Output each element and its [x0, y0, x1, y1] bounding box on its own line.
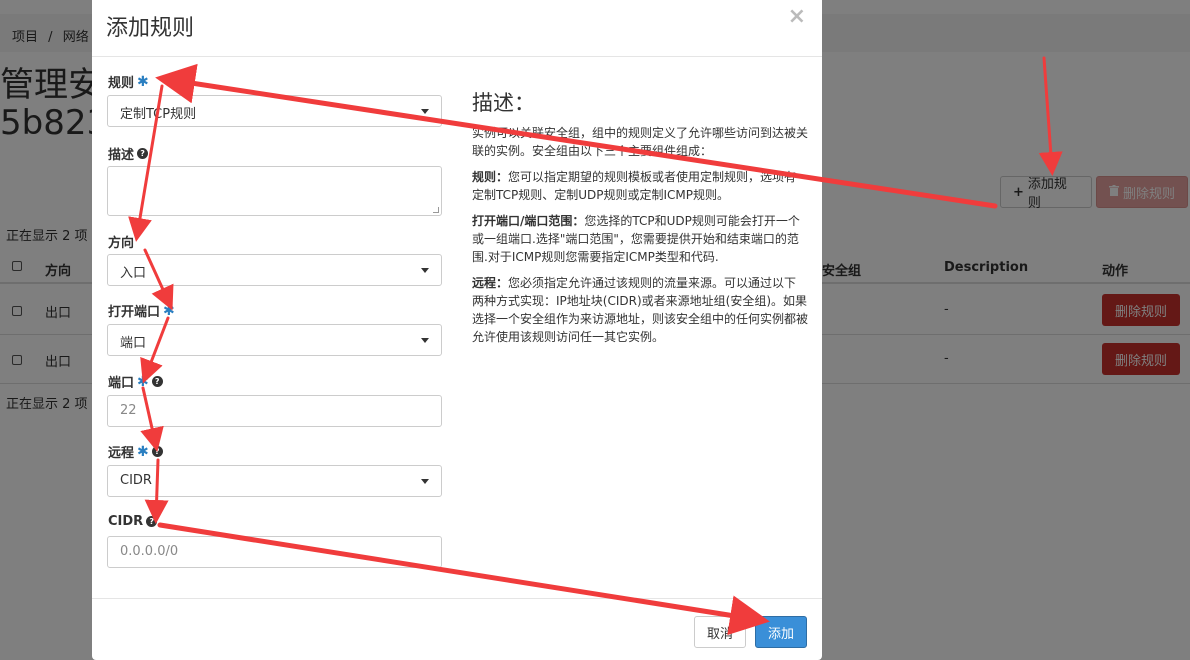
remote-label: 远程 ✱ ?: [108, 442, 163, 461]
open-port-label: 打开端口 ✱: [108, 302, 175, 321]
help-icon[interactable]: ?: [151, 376, 163, 387]
remote-select-value: CIDR: [120, 473, 152, 488]
modal-header: 添加规则 ×: [92, 0, 822, 57]
caret-down-icon: [421, 268, 429, 273]
close-icon[interactable]: ×: [788, 4, 806, 29]
direction-select[interactable]: 入口: [107, 254, 442, 286]
cancel-button[interactable]: 取消: [694, 616, 746, 648]
add-rule-modal: 添加规则 × 规则 ✱ 定制TCP规则 描述 ? 方向 入口 打开端口 ✱ 端口…: [92, 0, 822, 660]
required-icon: ✱: [137, 443, 149, 460]
required-icon: ✱: [163, 302, 175, 319]
modal-footer: 取消 添加: [92, 598, 822, 660]
description-panel: 描述： 实例可以关联安全组，组中的规则定义了允许哪些访问到达被关联的实例。安全组…: [472, 90, 808, 354]
help-icon[interactable]: ?: [146, 516, 158, 527]
caret-down-icon: [421, 338, 429, 343]
direction-select-value: 入口: [120, 266, 147, 281]
open-port-select-value: 端口: [120, 336, 147, 351]
port-input[interactable]: 22: [107, 395, 442, 427]
required-icon: ✱: [137, 373, 149, 390]
help-icon[interactable]: ?: [151, 446, 163, 457]
description-textarea[interactable]: [107, 166, 442, 216]
port-label: 端口 ✱ ?: [108, 372, 163, 391]
rule-select[interactable]: 定制TCP规则: [107, 95, 442, 127]
open-port-select[interactable]: 端口: [107, 324, 442, 356]
help-icon[interactable]: ?: [137, 148, 149, 159]
description-intro: 实例可以关联安全组，组中的规则定义了允许哪些访问到达被关联的实例。安全组由以下三…: [472, 126, 809, 158]
description-label: 描述 ?: [108, 144, 149, 163]
cidr-input[interactable]: 0.0.0.0/0: [107, 536, 442, 568]
remote-select[interactable]: CIDR: [107, 465, 442, 497]
caret-down-icon: [421, 479, 429, 484]
description-remote: 远程：您必须指定允许通过该规则的流量来源。可以通过以下两种方式实现：IP地址块(…: [472, 276, 809, 344]
add-button[interactable]: 添加: [755, 616, 807, 648]
caret-down-icon: [421, 109, 429, 114]
required-icon: ✱: [137, 73, 149, 90]
rule-select-value: 定制TCP规则: [120, 107, 197, 122]
description-port: 打开端口/端口范围：您选择的TCP和UDP规则可能会打开一个或一组端口.选择"端…: [472, 214, 800, 264]
description-heading: 描述：: [472, 91, 535, 115]
description-rule: 规则：您可以指定期望的规则模板或者使用定制规则，选项有定制TCP规则、定制UDP…: [472, 170, 797, 202]
cidr-label: CIDR ?: [108, 514, 158, 529]
modal-title: 添加规则: [106, 16, 195, 41]
direction-label: 方向: [108, 236, 135, 251]
resize-handle-icon[interactable]: [433, 207, 439, 213]
rule-label: 规则 ✱: [108, 73, 149, 92]
